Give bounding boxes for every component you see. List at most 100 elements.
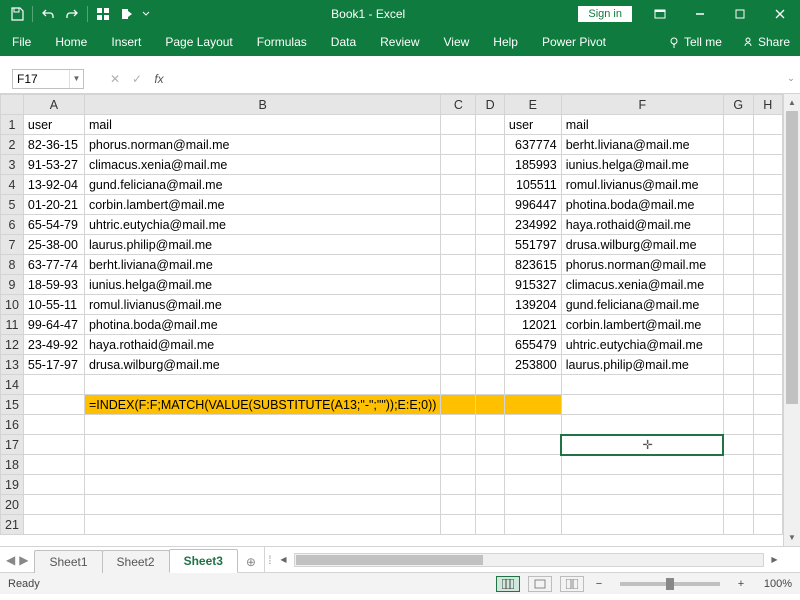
- cell-B12[interactable]: haya.rothaid@mail.me: [84, 335, 441, 355]
- cell-E14[interactable]: [504, 375, 561, 395]
- cell-H2[interactable]: [753, 135, 782, 155]
- cell-A1[interactable]: user: [23, 115, 84, 135]
- cell-C9[interactable]: [441, 275, 476, 295]
- cell-B4[interactable]: gund.feliciana@mail.me: [84, 175, 441, 195]
- cell-D17[interactable]: [476, 435, 504, 455]
- cell-G5[interactable]: [723, 195, 753, 215]
- col-header-A[interactable]: A: [23, 95, 84, 115]
- cell-F9[interactable]: climacus.xenia@mail.me: [561, 275, 723, 295]
- qat-icon[interactable]: [92, 3, 114, 25]
- cell-G13[interactable]: [723, 355, 753, 375]
- cell-A13[interactable]: 55-17-97: [23, 355, 84, 375]
- cell-G12[interactable]: [723, 335, 753, 355]
- cell-G11[interactable]: [723, 315, 753, 335]
- cell-E3[interactable]: 185993: [504, 155, 561, 175]
- cell-C4[interactable]: [441, 175, 476, 195]
- zoom-slider[interactable]: [620, 582, 720, 586]
- cell-H16[interactable]: [753, 415, 782, 435]
- cell-D1[interactable]: [476, 115, 504, 135]
- cell-C5[interactable]: [441, 195, 476, 215]
- cell-E21[interactable]: [504, 515, 561, 535]
- cell-F5[interactable]: photina.boda@mail.me: [561, 195, 723, 215]
- cell-F4[interactable]: romul.livianus@mail.me: [561, 175, 723, 195]
- view-page-layout-icon[interactable]: [528, 576, 552, 592]
- cell-E11[interactable]: 12021: [504, 315, 561, 335]
- cell-D11[interactable]: [476, 315, 504, 335]
- cell-B6[interactable]: uhtric.eutychia@mail.me: [84, 215, 441, 235]
- cell-H11[interactable]: [753, 315, 782, 335]
- cell-C1[interactable]: [441, 115, 476, 135]
- cell-E4[interactable]: 105511: [504, 175, 561, 195]
- row-header-4[interactable]: 4: [1, 175, 24, 195]
- row-header-6[interactable]: 6: [1, 215, 24, 235]
- cell-D6[interactable]: [476, 215, 504, 235]
- cell-H8[interactable]: [753, 255, 782, 275]
- cell-C11[interactable]: [441, 315, 476, 335]
- select-all-cell[interactable]: [1, 95, 24, 115]
- tab-help[interactable]: Help: [481, 28, 530, 56]
- row-header-16[interactable]: 16: [1, 415, 24, 435]
- view-page-break-icon[interactable]: [560, 576, 584, 592]
- tab-insert[interactable]: Insert: [99, 28, 153, 56]
- cell-E16[interactable]: [504, 415, 561, 435]
- cell-B7[interactable]: laurus.philip@mail.me: [84, 235, 441, 255]
- row-header-3[interactable]: 3: [1, 155, 24, 175]
- qat-icon-2[interactable]: [116, 3, 138, 25]
- cell-G2[interactable]: [723, 135, 753, 155]
- cell-F10[interactable]: gund.feliciana@mail.me: [561, 295, 723, 315]
- cell-G21[interactable]: [723, 515, 753, 535]
- cell-A7[interactable]: 25-38-00: [23, 235, 84, 255]
- cell-D12[interactable]: [476, 335, 504, 355]
- cell-C13[interactable]: [441, 355, 476, 375]
- cell-F7[interactable]: drusa.wilburg@mail.me: [561, 235, 723, 255]
- cell-H18[interactable]: [753, 455, 782, 475]
- sheet-tab-sheet3[interactable]: Sheet3: [169, 549, 238, 573]
- cell-C17[interactable]: [441, 435, 476, 455]
- tab-view[interactable]: View: [432, 28, 482, 56]
- cell-E8[interactable]: 823615: [504, 255, 561, 275]
- cell-G8[interactable]: [723, 255, 753, 275]
- col-header-E[interactable]: E: [504, 95, 561, 115]
- cell-F1[interactable]: mail: [561, 115, 723, 135]
- cell-D8[interactable]: [476, 255, 504, 275]
- cell-F6[interactable]: haya.rothaid@mail.me: [561, 215, 723, 235]
- row-header-7[interactable]: 7: [1, 235, 24, 255]
- cell-G17[interactable]: [723, 435, 753, 455]
- cell-D16[interactable]: [476, 415, 504, 435]
- cell-E20[interactable]: [504, 495, 561, 515]
- close-icon[interactable]: [760, 0, 800, 28]
- row-header-15[interactable]: 15: [1, 395, 24, 415]
- cell-H7[interactable]: [753, 235, 782, 255]
- cell-F2[interactable]: berht.liviana@mail.me: [561, 135, 723, 155]
- cell-E10[interactable]: 139204: [504, 295, 561, 315]
- cell-A8[interactable]: 63-77-74: [23, 255, 84, 275]
- ribbon-display-icon[interactable]: [640, 0, 680, 28]
- enter-icon[interactable]: ✓: [126, 69, 148, 89]
- cell-D19[interactable]: [476, 475, 504, 495]
- row-header-13[interactable]: 13: [1, 355, 24, 375]
- zoom-in-icon[interactable]: +: [734, 578, 748, 590]
- scroll-down-icon[interactable]: ▼: [784, 529, 800, 546]
- cell-H17[interactable]: [753, 435, 782, 455]
- cell-F8[interactable]: phorus.norman@mail.me: [561, 255, 723, 275]
- cell-B17[interactable]: [84, 435, 441, 455]
- name-box-input[interactable]: [13, 72, 69, 86]
- col-header-H[interactable]: H: [753, 95, 782, 115]
- tell-me[interactable]: Tell me: [658, 28, 732, 56]
- cell-A3[interactable]: 91-53-27: [23, 155, 84, 175]
- cell-C21[interactable]: [441, 515, 476, 535]
- row-header-14[interactable]: 14: [1, 375, 24, 395]
- cell-E18[interactable]: [504, 455, 561, 475]
- scroll-left-icon[interactable]: ◀: [275, 551, 292, 568]
- cell-D2[interactable]: [476, 135, 504, 155]
- horizontal-scrollbar[interactable]: ⁞ ◀ ▶: [265, 547, 800, 572]
- cell-B19[interactable]: [84, 475, 441, 495]
- tab-page-layout[interactable]: Page Layout: [153, 28, 244, 56]
- tab-home[interactable]: Home: [43, 28, 99, 56]
- sheet-nav-next-icon[interactable]: ▶: [19, 553, 28, 567]
- vertical-scrollbar[interactable]: ▲ ▼: [783, 94, 800, 546]
- row-header-12[interactable]: 12: [1, 335, 24, 355]
- cell-G10[interactable]: [723, 295, 753, 315]
- undo-icon[interactable]: [37, 3, 59, 25]
- cell-A12[interactable]: 23-49-92: [23, 335, 84, 355]
